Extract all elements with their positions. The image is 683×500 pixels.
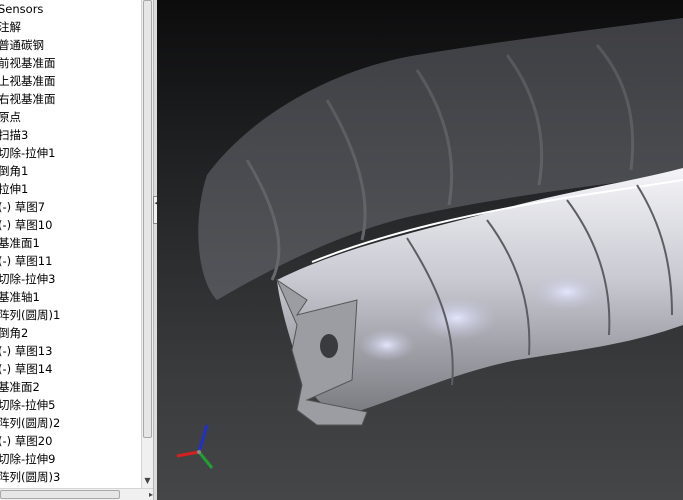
feature-tree-item[interactable]: 原点 [0, 108, 141, 126]
feature-tree-item[interactable]: (-) 草图7 [0, 198, 141, 216]
feature-tree-item[interactable]: 切除-拉伸5 [0, 396, 141, 414]
feature-tree-item[interactable]: (-) 草图11 [0, 252, 141, 270]
feature-tree-item[interactable]: 基准轴1 [0, 288, 141, 306]
feature-tree-item[interactable]: 右视基准面 [0, 90, 141, 108]
tree-vertical-scroll-thumb[interactable] [143, 0, 152, 438]
feature-tree-item[interactable]: 阵列(圆周)2 [0, 414, 141, 432]
feature-tree-item[interactable]: 阵列(圆周)3 [0, 468, 141, 486]
graphics-viewport[interactable] [157, 0, 683, 500]
feature-tree-item[interactable]: 切除-拉伸1 [0, 144, 141, 162]
tree-horizontal-scroll-thumb[interactable] [0, 490, 120, 499]
model-view[interactable] [157, 0, 683, 500]
feature-tree-item[interactable]: 倒角1 [0, 162, 141, 180]
feature-tree-item[interactable]: 切除-拉伸3 [0, 270, 141, 288]
feature-tree-item[interactable]: 切除-拉伸9 [0, 450, 141, 468]
feature-tree-item[interactable]: 倒角2 [0, 324, 141, 342]
feature-tree-item[interactable]: (-) 草图20 [0, 432, 141, 450]
feature-tree-item[interactable]: (-) 草图10 [0, 216, 141, 234]
feature-tree-item[interactable]: 上视基准面 [0, 72, 141, 90]
feature-tree-item[interactable]: 注解 [0, 18, 141, 36]
axis-triad [176, 424, 214, 469]
tree-vertical-scrollbar[interactable]: ▼ [141, 0, 153, 488]
scroll-down-arrow-icon[interactable]: ▼ [142, 474, 153, 488]
feature-tree-item[interactable]: Sensors [0, 0, 141, 18]
feature-tree-item[interactable]: 普通碳钢 [0, 36, 141, 54]
feature-manager-tree: Sensors 注解 普通碳钢 前视基准面 上视基准面 右视基准面 原点 扫描3 切除-拉伸1 倒… [0, 0, 141, 488]
feature-tree-item[interactable]: (-) 草图14 [0, 360, 141, 378]
tree-horizontal-scrollbar[interactable]: ▸ [0, 488, 153, 500]
feature-tree-item[interactable]: 阵列(圆周)1 [0, 306, 141, 324]
feature-tree-item[interactable]: 拉伸1 [0, 180, 141, 198]
feature-tree-item[interactable]: 基准面1 [0, 234, 141, 252]
feature-tree-item[interactable]: (-) 草图13 [0, 342, 141, 360]
feature-tree-item[interactable]: 扫描3 [0, 126, 141, 144]
feature-tree-item[interactable]: 基准面2 [0, 378, 141, 396]
scroll-right-arrow-icon[interactable]: ▸ [129, 489, 153, 500]
feature-tree-item[interactable]: 前视基准面 [0, 54, 141, 72]
